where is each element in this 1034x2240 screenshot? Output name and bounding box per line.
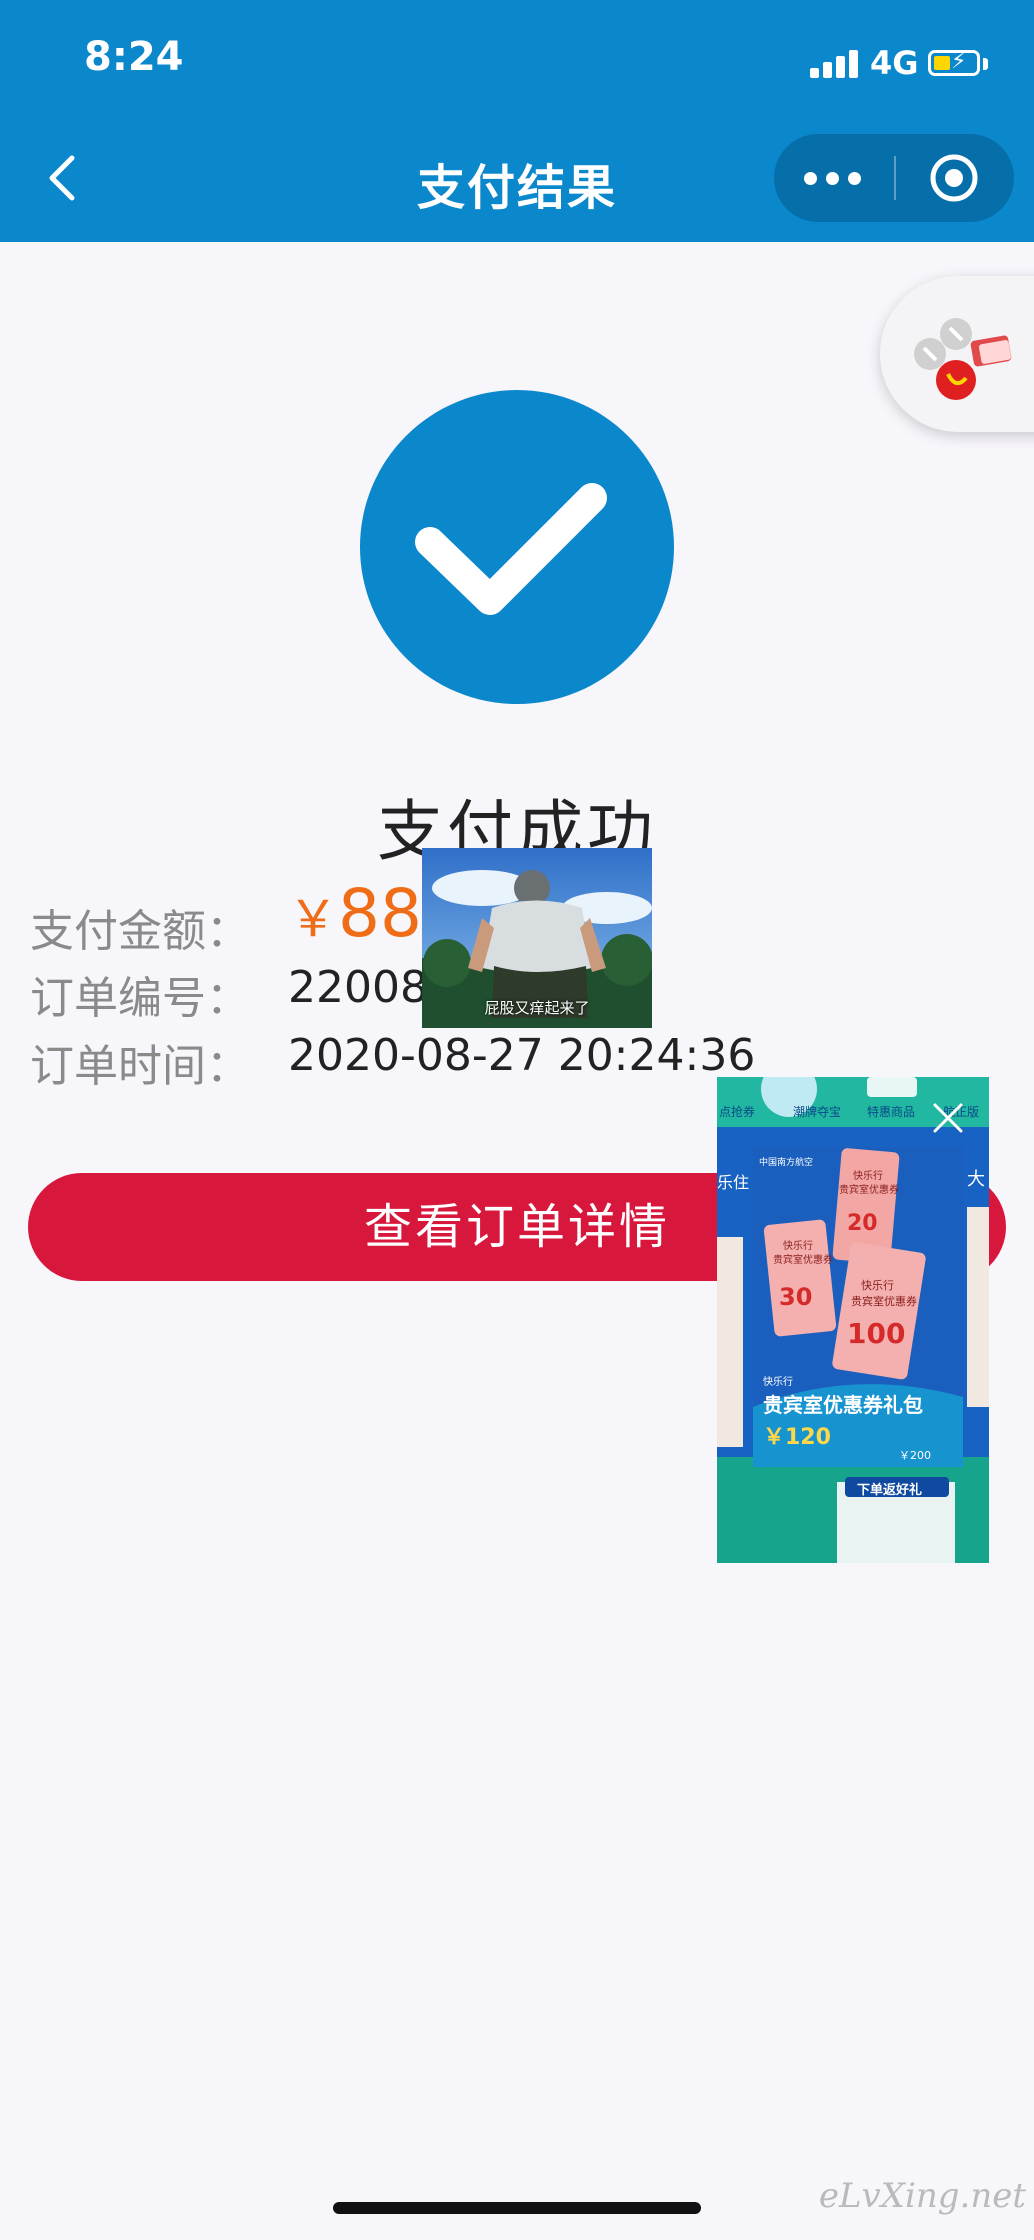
more-icon[interactable] [804, 160, 864, 196]
order-time-label: 订单时间： [30, 1041, 250, 1092]
ad-price: ￥120 [763, 1425, 831, 1450]
order-no-label: 订单编号： [30, 973, 250, 1024]
ad-top-label-1: 点抢券 [719, 1105, 756, 1119]
ad-coupon-value-20: 20 [847, 1211, 878, 1236]
ad-coupon-value-30: 30 [779, 1283, 813, 1311]
ad-footer-title: 下单返好礼 [857, 1483, 923, 1498]
network-type: 4G [870, 44, 919, 82]
overlay-meme-image: 屁股又痒起来了 [422, 848, 652, 1028]
ad-top-label-3: 特惠商品 [867, 1105, 916, 1119]
party-badge-icon [914, 318, 1012, 400]
amount-value: ￥88 [288, 875, 422, 952]
ad-top-label-2: 潮牌夺宝 [793, 1105, 842, 1119]
ad-original-price: ￥200 [899, 1449, 931, 1462]
ad-coupon-header-20: 快乐行 [853, 1171, 883, 1182]
home-indicator [333, 2202, 701, 2214]
ad-coupon-sub-100: 贵宾室优惠券 [851, 1295, 917, 1308]
floating-widget[interactable] [880, 276, 1034, 432]
signal-icon [810, 48, 860, 78]
ad-coupon-value-100: 100 [847, 1317, 906, 1350]
ad-side-label-left: 乐住 [717, 1173, 750, 1192]
ad-coupon-header-30: 快乐行 [783, 1241, 813, 1252]
ad-airline: 中国南方航空 [759, 1158, 814, 1168]
close-mini-program-icon[interactable] [928, 152, 980, 204]
amount-currency: ￥ [288, 890, 338, 948]
capsule-divider [894, 156, 896, 200]
amount-number: 88 [338, 875, 422, 952]
watermark: eLvXing.net [818, 2176, 1026, 2216]
ad-coupon-sub-30: 贵宾室优惠券 [773, 1255, 833, 1266]
order-no-value: 22008 [288, 962, 428, 1013]
ad-package-small: 快乐行 [763, 1377, 793, 1388]
ad-coupon-sub-20: 贵宾室优惠券 [839, 1185, 899, 1196]
overlay-ad-image: 点抢券 潮牌夺宝 特惠商品 航正版 乐住 大 中国南方航空 快乐行 贵宾室优惠券… [717, 1077, 989, 1563]
nav-bar: 支付结果 [0, 120, 1034, 242]
status-time: 8:24 [84, 34, 184, 80]
ad-package-title: 贵宾室优惠券礼包 [763, 1393, 923, 1417]
ad-close-icon[interactable] [929, 1099, 967, 1137]
ad-side-label-right: 大 [967, 1169, 985, 1190]
amount-label: 支付金额： [30, 906, 250, 957]
battery-cap [983, 58, 988, 70]
mini-program-capsule [774, 134, 1014, 222]
ad-coupon-header-100: 快乐行 [861, 1279, 894, 1292]
success-check-icon [360, 390, 674, 704]
meme-caption: 屁股又痒起来了 [484, 999, 590, 1017]
battery-icon: ⚡ [928, 49, 980, 76]
status-bar: 8:24 4G ⚡ [0, 0, 1034, 120]
order-time-value: 2020-08-27 20:24:36 [288, 1030, 756, 1081]
